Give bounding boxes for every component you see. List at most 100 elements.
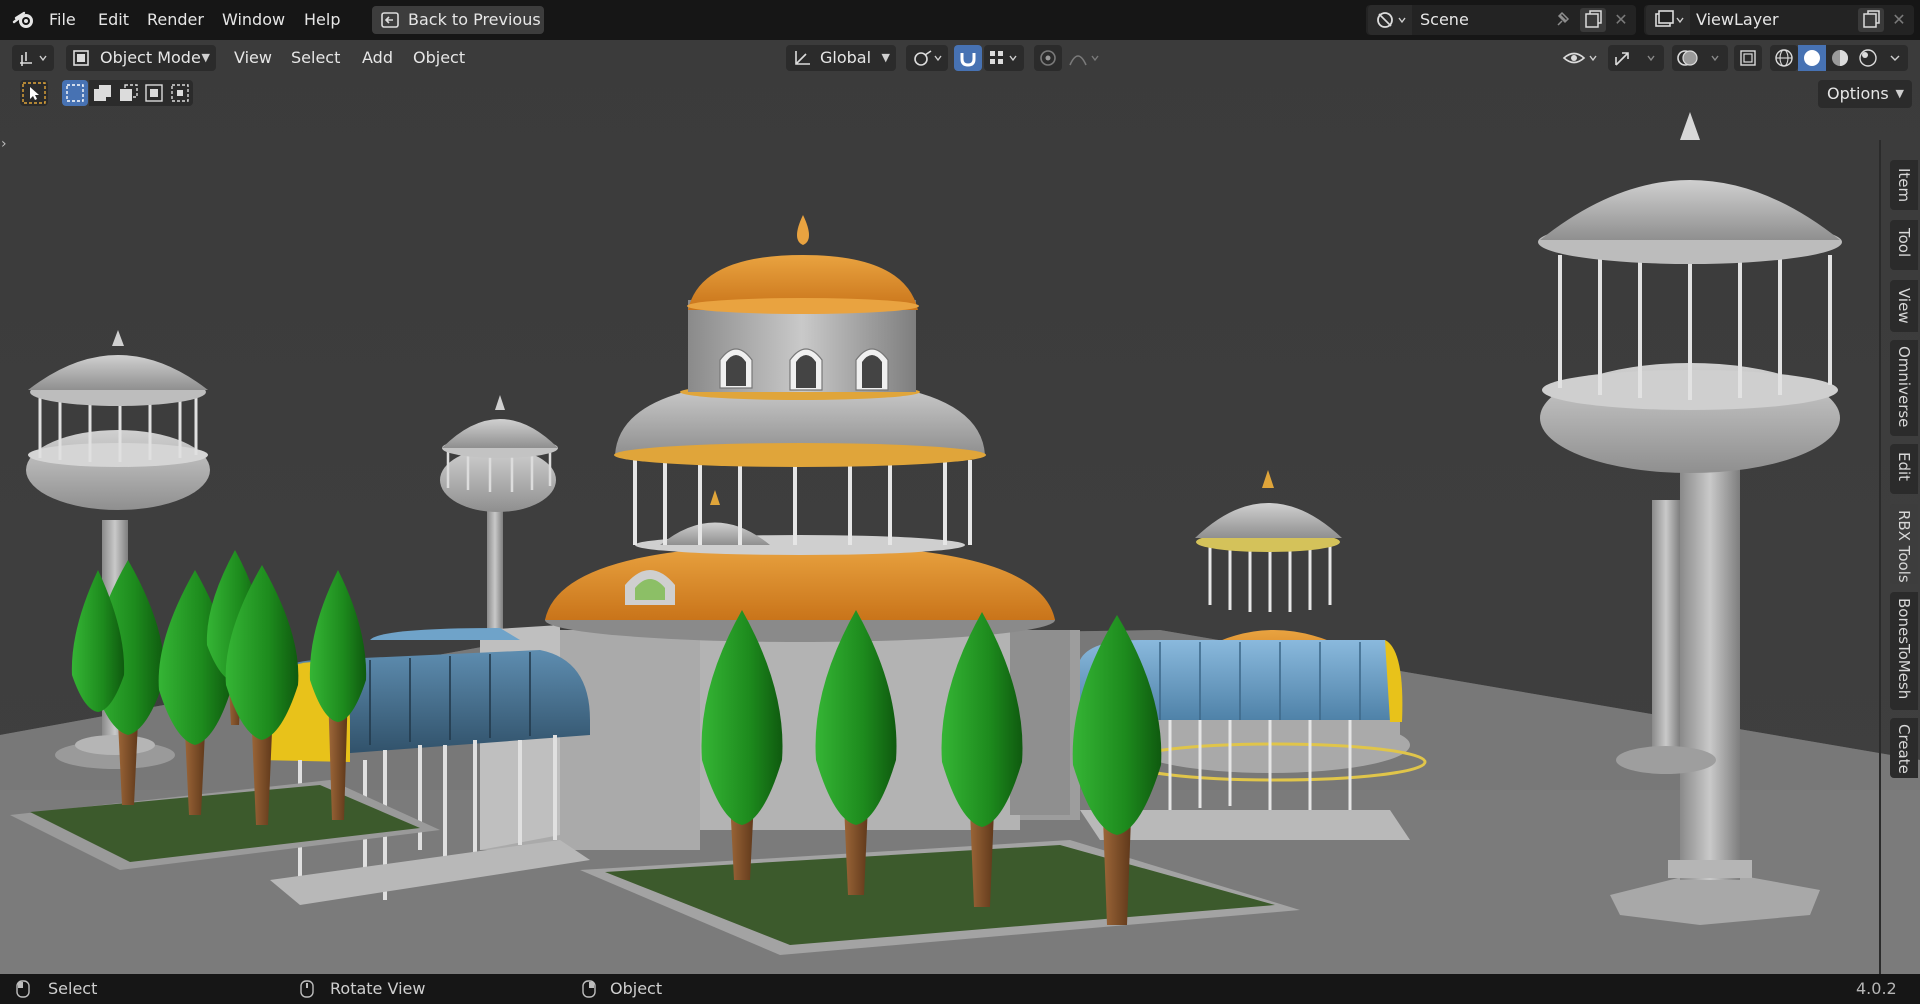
falloff-dropdown[interactable] <box>1064 45 1104 71</box>
status-select-label: Select <box>48 979 98 998</box>
mouse-left-icon <box>16 980 30 998</box>
view-layer-selector[interactable]: ViewLayer ✕ <box>1644 5 1914 35</box>
falloff-curve-icon <box>1069 55 1099 66</box>
object-mode-label: Object Mode <box>100 48 201 67</box>
close-icon[interactable]: ✕ <box>1612 11 1630 29</box>
chevron-down-icon <box>1890 55 1900 61</box>
sidebar-tab-label: Tool <box>1895 228 1913 258</box>
overlays-toggle[interactable] <box>1672 45 1728 71</box>
rendered-shading-button[interactable] <box>1854 45 1882 71</box>
solid-shading-button[interactable] <box>1798 45 1826 71</box>
scene-type-dropdown[interactable] <box>1368 5 1412 35</box>
proportional-edit-icon <box>1040 50 1056 66</box>
transform-orientation-label: Global <box>820 48 872 67</box>
status-bar: Select Rotate View Object 4.0.2 <box>0 974 1920 1004</box>
solid-sphere-icon <box>1804 50 1820 66</box>
active-tool-button[interactable] <box>20 80 48 106</box>
options-dropdown[interactable]: Options ▼ <box>1818 80 1912 108</box>
toolbar-expand-arrow-icon[interactable]: › <box>1 136 11 156</box>
scene-selector[interactable]: Scene ✕ <box>1366 5 1636 35</box>
status-object-label: Object <box>610 979 663 998</box>
menu-window[interactable]: Window <box>222 0 285 40</box>
select-mode-invert[interactable] <box>141 80 167 106</box>
axis-gizmo-icon <box>20 52 47 66</box>
xray-icon <box>1740 50 1756 66</box>
eye-icon <box>1562 52 1597 64</box>
sidebar-tab-rbx-tools[interactable]: RBX Tools <box>1890 504 1918 584</box>
editor-type-button[interactable] <box>12 45 54 71</box>
selection-invert-icon <box>145 84 163 102</box>
object-mode-dropdown[interactable]: Object Mode ▼ <box>66 45 216 71</box>
sidebar-tab-label: Omniverse <box>1895 346 1913 428</box>
snap-toggle[interactable] <box>954 45 982 71</box>
chevron-down-icon: ▼ <box>201 51 210 64</box>
new-scene-button[interactable] <box>1580 8 1606 32</box>
transform-orientation-dropdown[interactable]: Global ▼ <box>786 45 896 71</box>
selection-extend-icon <box>94 85 111 101</box>
options-label: Options <box>1827 84 1889 103</box>
sidebar-tab-tool[interactable]: Tool <box>1890 220 1918 270</box>
menu-help[interactable]: Help <box>304 0 340 40</box>
orientation-icon <box>795 51 810 65</box>
status-object-hint: Object <box>582 974 732 1004</box>
sidebar-tab-label: View <box>1895 288 1913 324</box>
select-mode-subtract[interactable] <box>115 80 141 106</box>
view-layer-type-dropdown[interactable] <box>1646 5 1690 35</box>
menu-render[interactable]: Render <box>147 0 204 40</box>
new-view-layer-button[interactable] <box>1858 8 1884 32</box>
sidebar-tab-edit[interactable]: Edit <box>1890 444 1918 494</box>
material-shading-button[interactable] <box>1826 45 1854 71</box>
visibility-dropdown[interactable] <box>1560 45 1602 71</box>
sidebar-tab-bonestomesh[interactable]: BonesToMesh <box>1890 592 1918 710</box>
menu-file[interactable]: File <box>49 0 76 40</box>
pin-icon[interactable] <box>1552 11 1572 29</box>
viewport-scene[interactable] <box>0 40 1920 974</box>
menu-view[interactable]: View <box>234 45 272 71</box>
status-rotate-label: Rotate View <box>330 979 426 998</box>
mouse-middle-icon <box>300 980 314 998</box>
sidebar-tab-omniverse[interactable]: Omniverse <box>1890 340 1918 436</box>
select-mode-new[interactable] <box>62 80 88 106</box>
sidebar-tabs: Item Tool View Omniverse Edit RBX Tools … <box>1888 120 1920 820</box>
rendered-sphere-icon <box>1859 49 1877 67</box>
scene-name-field[interactable]: Scene <box>1420 5 1469 35</box>
select-mode-extend[interactable] <box>89 80 115 106</box>
sidebar-tab-label: Edit <box>1895 452 1913 482</box>
xray-toggle[interactable] <box>1734 45 1762 71</box>
selection-intersect-icon <box>171 84 189 102</box>
sidebar-tab-item[interactable]: Item <box>1890 160 1918 210</box>
sidebar-tab-create[interactable]: Create <box>1890 718 1918 778</box>
view-layer-icon <box>1655 10 1684 27</box>
sidebar-tab-view[interactable]: View <box>1890 280 1918 332</box>
select-mode-intersect[interactable] <box>167 80 193 106</box>
view-layer-name-field[interactable]: ViewLayer <box>1696 5 1779 35</box>
snap-grid-icon <box>990 51 1017 64</box>
close-icon[interactable]: ✕ <box>1890 11 1908 29</box>
chevron-down-icon: ▼ <box>1895 87 1904 100</box>
3d-viewport[interactable]: Object Mode ▼ View Select Add Object Glo… <box>0 40 1920 974</box>
sidebar-tab-label: Item <box>1895 168 1913 203</box>
pivot-point-dropdown[interactable] <box>906 45 948 71</box>
menu-object[interactable]: Object <box>413 45 465 71</box>
back-to-previous-button[interactable]: Back to Previous <box>372 6 544 34</box>
menu-select[interactable]: Select <box>291 45 340 71</box>
gizmo-toggle[interactable] <box>1608 45 1664 71</box>
snap-target-dropdown[interactable] <box>984 45 1024 71</box>
wireframe-shading-button[interactable] <box>1770 45 1798 71</box>
sidebar-tab-label: BonesToMesh <box>1895 598 1913 700</box>
blender-logo-icon[interactable] <box>12 10 36 30</box>
gizmo-icon <box>1615 52 1655 66</box>
viewport-header: Object Mode ▼ View Select Add Object Glo… <box>0 40 1920 76</box>
proportional-editing-toggle[interactable] <box>1034 45 1062 71</box>
menu-edit[interactable]: Edit <box>98 0 129 40</box>
shading-options-dropdown[interactable] <box>1882 45 1908 71</box>
back-to-previous-label: Back to Previous <box>408 10 541 29</box>
pivot-icon <box>914 50 942 66</box>
material-sphere-icon <box>1832 50 1848 66</box>
status-select-hint: Select <box>16 974 166 1004</box>
object-mode-icon <box>73 50 89 66</box>
wireframe-sphere-icon <box>1775 49 1793 67</box>
sidebar-tab-label: Create <box>1895 724 1913 774</box>
overlay-icon <box>1677 50 1719 66</box>
menu-add[interactable]: Add <box>362 45 393 71</box>
